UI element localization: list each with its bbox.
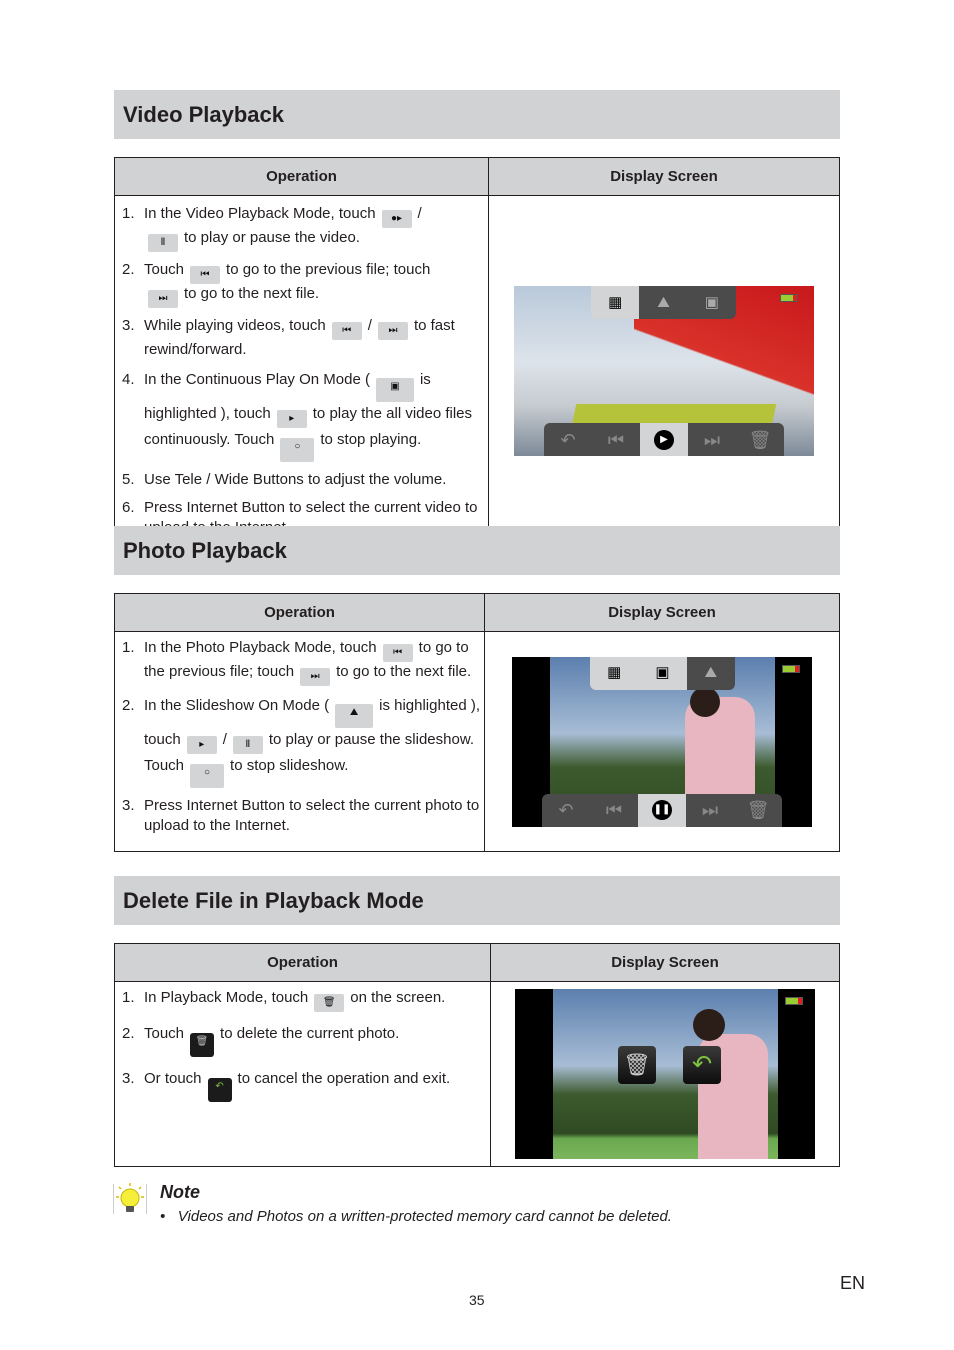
cancel-return-icon: ↶ (691, 1051, 713, 1078)
play-button[interactable]: ▶ (640, 423, 688, 456)
display-cell: ▦ ▣ ⛰ ↶ ⏮ ❚❚ ⏭ 🗑 (484, 631, 840, 852)
section-header-delete-file: Delete File in Playback Mode (114, 876, 840, 925)
trash-icon[interactable]: 🗑 (736, 423, 784, 456)
delete-confirm-screen: 🗑 ↶ (515, 989, 815, 1159)
section-header-photo-playback: Photo Playback (114, 526, 840, 575)
next-icon[interactable]: ⏭ (688, 423, 736, 456)
next-icon: ⏭ (148, 290, 178, 308)
step: 3. Press Internet Button to select the cu… (122, 797, 480, 834)
continuous-play-icon: ▣ (375, 378, 414, 402)
battery-icon (780, 294, 798, 302)
step: 2. In the Slideshow On Mode (⛰ is highligh… (122, 694, 480, 788)
play-icon: ▶ (654, 429, 674, 450)
delete-file-table: Operation Display Screen 1. In Playback M… (114, 943, 840, 1167)
next-icon[interactable]: ⏭ (686, 794, 734, 827)
play-button-icon: ▸ (276, 410, 307, 428)
step: 3. While playing videos, touch ⏮ / ⏭ to fast … (122, 317, 455, 358)
step: 1. In the Photo Playback Mode, touch ⏮ to g… (122, 638, 480, 686)
cancel-button[interactable]: ↶ (683, 1046, 721, 1084)
return-icon[interactable]: ↶ (544, 423, 592, 456)
playback-controls: ↶ ⏮ ▶ ⏭ 🗑 (544, 423, 784, 456)
step: 2. Touch 🗑 to delete the current photo. (122, 1024, 486, 1057)
section-title: Delete File in Playback Mode (123, 888, 424, 913)
previous-icon[interactable]: ⏮ (592, 423, 640, 456)
operation-cell: 1. In the Photo Playback Mode, touch ⏮ to g… (114, 631, 485, 852)
play-button-icon: ▸ (186, 736, 217, 754)
trash-icon: 🗑 (314, 994, 345, 1012)
note-text: • Videos and Photos on a written-protect… (160, 1208, 672, 1225)
operation-cell: 1. In Playback Mode, touch 🗑 on the screen.… (114, 981, 491, 1167)
previous-icon: ⏮ (331, 322, 362, 340)
pause-button-icon: Ⅱ (148, 234, 178, 252)
display-cell: 🗑 ↶ (490, 981, 840, 1167)
next-icon: ⏭ (300, 668, 331, 686)
step: 2. Touch ⏮ to go to the previous file; touc… (122, 260, 484, 308)
section-title: Photo Playback (123, 538, 287, 563)
thumbnail-grid-icon[interactable]: ▦ (590, 656, 639, 690)
delete-confirm-button[interactable]: 🗑 (618, 1046, 656, 1084)
pause-button[interactable]: ❚❚ (638, 793, 686, 827)
lightbulb-icon (113, 1182, 147, 1216)
section-header-video-playback: Video Playback (114, 90, 840, 139)
golfer-head (690, 686, 720, 717)
column-header-display: Display Screen (484, 593, 840, 632)
previous-icon: ⏮ (190, 266, 221, 284)
golfer-photo (553, 989, 778, 1159)
note-title: Note (160, 1182, 200, 1202)
step: 1. In Playback Mode, touch 🗑 on the screen. (122, 988, 486, 1012)
playback-controls: ↶ ⏮ ❚❚ ⏭ 🗑 (542, 793, 782, 827)
mode-toolbar: ▦ ▣ ⛰ (590, 656, 735, 690)
photo-playback-table: Operation Display Screen 1. In the Photo … (114, 593, 840, 852)
pause-icon: ❚❚ (652, 800, 672, 820)
return-icon[interactable]: ↶ (542, 794, 590, 827)
step: 1. In the Video Playback Mode, touch ●▸ / Ⅱt… (122, 204, 484, 252)
column-header-display: Display Screen (488, 157, 840, 196)
step: 3. Or touch ↶ to cancel the operation and e… (122, 1069, 486, 1102)
battery-icon (782, 664, 800, 673)
step: 4. In the Continuous Play On Mode (▣ is hi… (122, 368, 484, 462)
section-title: Video Playback (123, 102, 285, 127)
stop-button-icon: ○ (190, 764, 225, 788)
slideshow-icon: ⛰ (335, 704, 374, 728)
continuous-play-icon[interactable]: ▣ (687, 286, 736, 319)
battery-icon (785, 997, 803, 1005)
play-button-icon: ●▸ (381, 210, 412, 228)
trash-icon[interactable]: 🗑 (734, 794, 782, 827)
video-playback-screen: ▦ ⛰ ▣ ↶ ⏮ ▶ ⏭ 🗑 (514, 286, 814, 456)
cancel-return-icon: ↶ (207, 1078, 232, 1102)
step: 5. Use Tele / Wide Buttons to adjust the … (122, 471, 447, 488)
operation-cell: 1. In the Video Playback Mode, touch ●▸ / Ⅱt… (114, 195, 489, 547)
delete-confirm-icon: 🗑 (190, 1033, 215, 1057)
column-header-operation: Operation (114, 943, 491, 982)
trash-icon: 🗑 (623, 1052, 651, 1077)
slideshow-icon[interactable]: ⛰ (639, 286, 688, 319)
thumbnail-grid-icon[interactable]: ▦ (591, 286, 640, 319)
previous-icon: ⏮ (382, 644, 413, 662)
video-playback-table: Operation Display Screen 1. In the Video … (114, 157, 840, 547)
stop-button-icon: ○ (280, 438, 315, 462)
next-icon: ⏭ (377, 322, 408, 340)
golfer-head (693, 1009, 725, 1041)
slideshow-icon[interactable]: ⛰ (686, 656, 735, 690)
page-number: 35 (469, 1292, 485, 1308)
pause-button-icon: Ⅱ (232, 736, 263, 754)
language-label: EN (840, 1273, 866, 1293)
photo-playback-screen: ▦ ▣ ⛰ ↶ ⏮ ❚❚ ⏭ 🗑 (512, 656, 812, 827)
column-header-operation: Operation (114, 593, 485, 632)
column-header-display: Display Screen (490, 943, 840, 982)
continuous-play-icon[interactable]: ▣ (638, 656, 687, 690)
previous-icon[interactable]: ⏮ (590, 794, 638, 827)
mode-toolbar: ▦ ⛰ ▣ (591, 286, 736, 319)
column-header-operation: Operation (114, 157, 489, 196)
display-cell: ▦ ⛰ ▣ ↶ ⏮ ▶ ⏭ 🗑 (488, 195, 840, 547)
